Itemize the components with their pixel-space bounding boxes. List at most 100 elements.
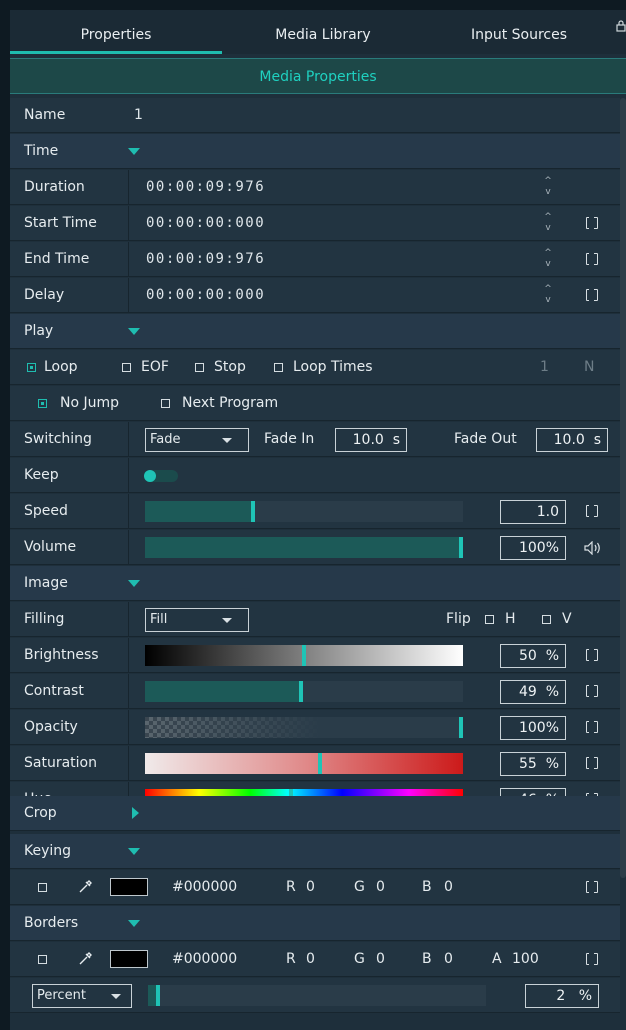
border-size-slider[interactable] <box>148 985 486 1006</box>
loop-times-checkbox[interactable] <box>274 363 283 372</box>
expand-down-icon[interactable] <box>128 328 140 335</box>
reset-icon[interactable] <box>586 684 598 698</box>
switching-select[interactable]: Fade <box>145 428 249 452</box>
contrast-slider[interactable] <box>145 681 463 702</box>
reset-icon[interactable] <box>586 720 598 734</box>
keying-g-value[interactable]: 0 <box>376 870 385 905</box>
borders-size-row: Percent 2 % <box>10 978 620 1013</box>
expand-right-icon[interactable] <box>132 807 139 819</box>
keying-enable-checkbox[interactable] <box>38 883 47 892</box>
end-time-value[interactable]: 00:00:09:976 <box>146 242 265 277</box>
borders-g-value[interactable]: 0 <box>376 942 385 977</box>
name-value[interactable]: 1 <box>134 98 143 133</box>
borders-a-value[interactable]: 100 <box>512 942 539 977</box>
play-section-header[interactable]: Play <box>10 314 620 349</box>
reset-icon[interactable] <box>586 288 598 302</box>
border-size-input[interactable]: 2 % <box>525 984 599 1008</box>
expand-down-icon[interactable] <box>128 920 140 927</box>
border-unit-select[interactable]: Percent <box>32 984 132 1008</box>
opacity-slider[interactable] <box>145 717 463 738</box>
border-size-slider-handle[interactable] <box>156 985 160 1006</box>
keying-section-header[interactable]: Keying <box>10 834 620 869</box>
volume-slider-handle[interactable] <box>459 537 463 558</box>
time-section-header[interactable]: Time <box>10 134 620 169</box>
borders-enable-checkbox[interactable] <box>38 955 47 964</box>
spin-arrows-icon[interactable]: ^ v <box>543 176 553 198</box>
reset-icon[interactable] <box>586 952 598 966</box>
keying-color-swatch[interactable] <box>110 878 148 896</box>
saturation-slider[interactable] <box>145 753 463 774</box>
flip-h-checkbox[interactable] <box>485 615 494 624</box>
reset-icon[interactable] <box>586 504 598 518</box>
reset-icon[interactable] <box>586 648 598 662</box>
opacity-slider-handle[interactable] <box>459 717 463 738</box>
tab-properties[interactable]: Properties <box>10 10 222 54</box>
speed-slider[interactable] <box>145 501 463 522</box>
keying-hex-value[interactable]: #000000 <box>172 870 237 905</box>
brightness-input[interactable]: 50 % <box>500 644 566 668</box>
filling-select[interactable]: Fill <box>145 608 249 632</box>
eof-checkbox[interactable] <box>122 363 131 372</box>
image-section-header[interactable]: Image <box>10 566 620 601</box>
crop-section-header[interactable]: Crop <box>10 796 620 831</box>
opacity-label: Opacity <box>24 719 78 735</box>
volume-input[interactable]: 100% <box>500 536 566 560</box>
start-time-value[interactable]: 00:00:00:000 <box>146 206 265 241</box>
spin-arrows-icon[interactable]: ^ v <box>543 284 553 306</box>
spin-arrows-icon[interactable]: ^ v <box>543 212 553 234</box>
tab-input-sources[interactable]: Input Sources <box>424 10 614 54</box>
flip-v-checkbox[interactable] <box>542 615 551 624</box>
lock-icon[interactable] <box>616 20 626 32</box>
keying-r-value[interactable]: 0 <box>306 870 315 905</box>
reset-icon[interactable] <box>586 252 598 266</box>
borders-r-value[interactable]: 0 <box>306 942 315 977</box>
scrollbar[interactable] <box>620 98 626 878</box>
borders-hex-value[interactable]: #000000 <box>172 942 237 977</box>
delay-value[interactable]: 00:00:00:000 <box>146 278 265 313</box>
borders-section-header[interactable]: Borders <box>10 906 620 941</box>
brightness-slider-handle[interactable] <box>302 645 306 666</box>
stop-label: Stop <box>214 359 246 375</box>
properties-panel: Properties Media Library Input Sources M… <box>10 10 626 1030</box>
name-label: Name <box>24 107 66 123</box>
next-program-checkbox[interactable] <box>161 399 170 408</box>
contrast-slider-handle[interactable] <box>299 681 303 702</box>
speaker-icon[interactable] <box>584 541 602 555</box>
chevron-down-icon <box>222 618 232 623</box>
duration-value[interactable]: 00:00:09:976 <box>146 170 265 205</box>
contrast-input[interactable]: 49 % <box>500 680 566 704</box>
no-jump-checkbox[interactable] <box>38 399 47 408</box>
eyedropper-icon[interactable] <box>78 952 92 966</box>
brightness-slider[interactable] <box>145 645 463 666</box>
media-properties-header: Media Properties <box>10 58 626 94</box>
loop-count-value: 1 <box>540 359 549 375</box>
reset-icon[interactable] <box>586 216 598 230</box>
spin-arrows-icon[interactable]: ^ v <box>543 248 553 270</box>
expand-down-icon[interactable] <box>128 148 140 155</box>
volume-slider[interactable] <box>145 537 463 558</box>
keep-toggle[interactable] <box>144 470 178 482</box>
borders-a-label: A <box>492 951 502 967</box>
stop-checkbox[interactable] <box>195 363 204 372</box>
switching-label: Switching <box>24 431 92 447</box>
speed-input[interactable]: 1.0 <box>500 500 566 524</box>
fade-in-input[interactable]: 10.0 s <box>335 428 407 452</box>
speed-slider-handle[interactable] <box>251 501 255 522</box>
expand-down-icon[interactable] <box>128 580 140 587</box>
reset-icon[interactable] <box>586 756 598 770</box>
saturation-input[interactable]: 55 % <box>500 752 566 776</box>
no-jump-label: No Jump <box>60 395 120 411</box>
fade-out-input[interactable]: 10.0 s <box>536 428 608 452</box>
saturation-label: Saturation <box>24 755 97 771</box>
eyedropper-icon[interactable] <box>78 880 92 894</box>
borders-color-swatch[interactable] <box>110 950 148 968</box>
expand-down-icon[interactable] <box>128 848 140 855</box>
saturation-slider-handle[interactable] <box>318 753 322 774</box>
borders-b-value[interactable]: 0 <box>444 942 453 977</box>
keying-b-value[interactable]: 0 <box>444 870 453 905</box>
opacity-input[interactable]: 100% <box>500 716 566 740</box>
switching-row: Switching Fade Fade In 10.0 s Fade Out 1… <box>10 422 620 457</box>
reset-icon[interactable] <box>586 880 598 894</box>
tab-media-library[interactable]: Media Library <box>222 10 424 54</box>
loop-checkbox[interactable] <box>27 363 36 372</box>
